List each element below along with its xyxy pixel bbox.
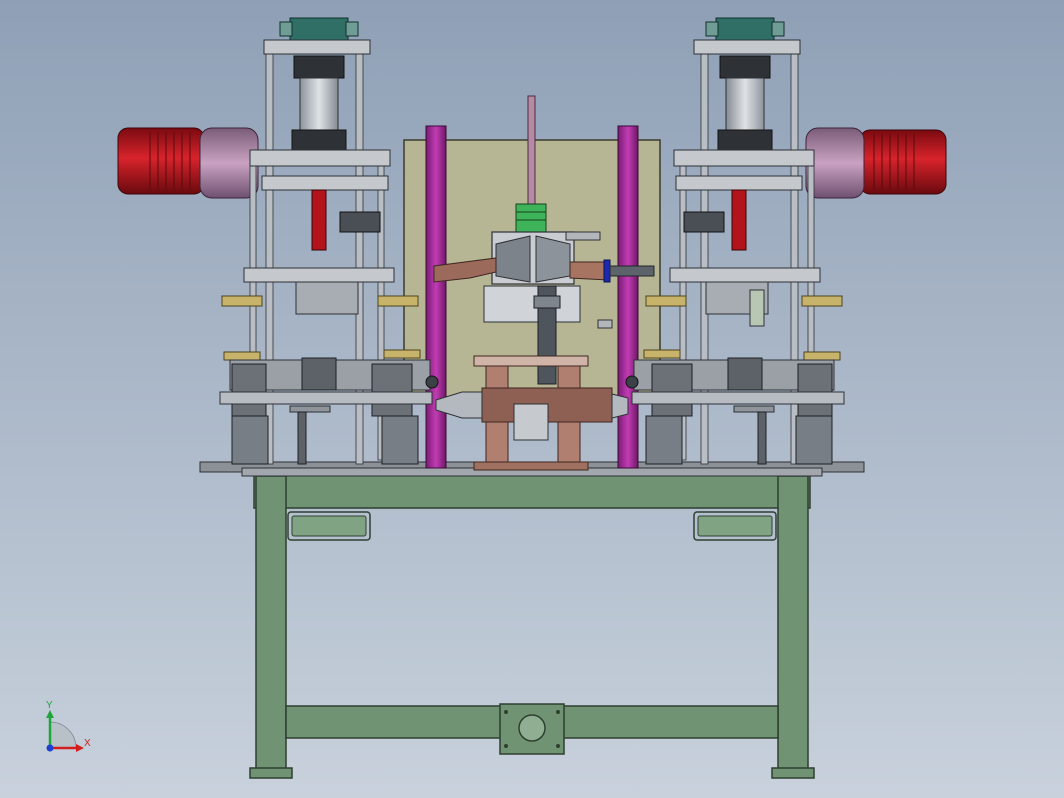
frame-right-leg [777,475,809,773]
frame-left-foot [249,767,293,779]
triad-z-axis [46,744,54,752]
frame-right-foot [771,767,815,779]
frame-bracket-hole [518,714,546,742]
triad-y-label: Y [46,700,53,711]
left-station [117,17,439,465]
left-top-valve [289,17,349,41]
center-green-coupling [515,203,547,233]
right-top-valve [715,17,775,41]
machine-assembly-drawing: X Y [46,17,947,779]
left-motor-gearbox [199,127,259,199]
right-motor-red [859,129,947,195]
frame-left-leg [255,475,287,773]
right-motor-gearbox [805,127,865,199]
table-frame [249,469,815,779]
triad-x-label: X [84,738,91,749]
center-rod [527,95,536,215]
right-magenta-pillar [617,125,639,469]
right-pneumatic-cylinder [725,77,765,133]
triad-quarter-disc [49,721,77,749]
left-motor-red [117,127,205,195]
left-pneumatic-cylinder [299,77,339,133]
coordinate-triad[interactable]: X Y [46,700,91,752]
right-station [625,17,947,465]
cad-viewport[interactable]: X Y [0,0,1064,798]
left-magenta-pillar [425,125,447,469]
